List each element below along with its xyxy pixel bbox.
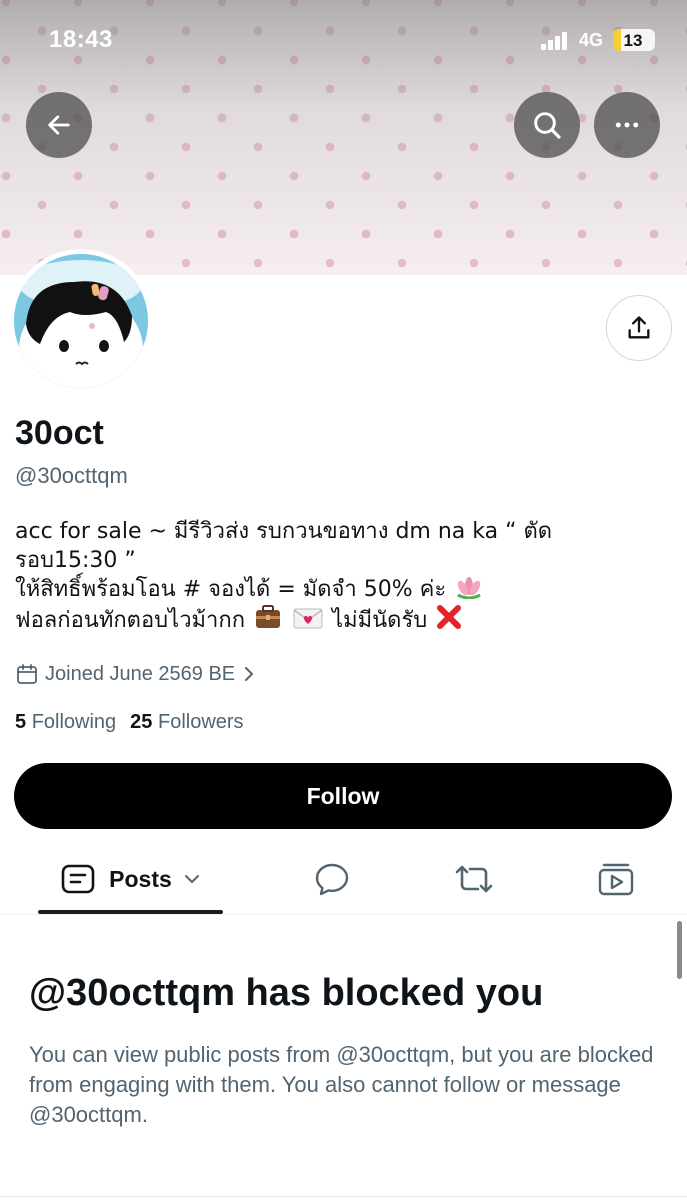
display-name: 30oct <box>15 414 104 452</box>
following-label: Following <box>31 711 117 733</box>
bio-line-text: ฟอลก่อนทักตอบไวม้ากก <box>15 608 246 633</box>
chevron-down-icon <box>184 875 199 883</box>
bio-line-text: ไม่มีนัดรับ <box>332 608 428 633</box>
tabs-divider <box>0 914 687 915</box>
posts-tab-label: Posts <box>109 865 172 892</box>
posts-tab[interactable]: Posts <box>38 845 223 913</box>
love-letter-icon <box>293 608 323 629</box>
follow-stats: 5 Following 25 Followers <box>15 711 244 734</box>
search-button[interactable] <box>514 92 580 158</box>
share-button[interactable] <box>606 295 672 361</box>
follow-button[interactable]: Follow <box>14 763 672 829</box>
chevron-right-icon <box>245 667 254 681</box>
following-count: 5 <box>15 711 27 733</box>
bio-line-text: ให้สิทธิ์พร้อมโอน # จองได้ = มัดจำ 50% ค… <box>15 577 447 602</box>
battery-percent: 13 <box>623 31 643 50</box>
user-handle: @30octtqm <box>15 463 128 488</box>
media-icon <box>598 863 634 896</box>
network-type: 4G <box>579 30 604 50</box>
profile-tabs: Posts <box>0 845 687 915</box>
following-link[interactable]: 5 Following <box>15 711 116 733</box>
back-button[interactable] <box>26 92 92 158</box>
bio-line: acc for sale ~ มีรีวิวส่ง รบกวนขอทาง dm … <box>15 519 553 544</box>
followers-count: 25 <box>130 711 153 733</box>
blocked-message: You can view public posts from @30octtqm… <box>29 1042 654 1127</box>
status-bar: 18:43 4G 13 <box>0 0 687 82</box>
calendar-icon <box>17 664 37 684</box>
battery-icon: 13 <box>613 29 655 51</box>
lotus-icon <box>457 577 481 599</box>
more-horizontal-icon <box>615 122 639 128</box>
repost-icon <box>455 865 493 893</box>
status-time: 18:43 <box>49 26 113 53</box>
bio-line: ให้สิทธิ์พร้อมโอน # จองได้ = มัดจำ 50% ค… <box>15 575 615 604</box>
arrow-left-icon <box>48 115 70 135</box>
bio-line: ฟอลก่อนทักตอบไวม้ากก ไม่มีนัดรับ <box>15 604 615 635</box>
briefcase-icon <box>256 605 281 628</box>
followers-link[interactable]: 25 Followers <box>130 711 243 733</box>
bottom-divider <box>0 1196 687 1197</box>
bio-line: รอบ15:30 ” <box>15 548 136 573</box>
join-date[interactable]: Joined June 2569 BE <box>15 662 255 686</box>
cellular-signal-icon <box>541 32 573 50</box>
replies-tab[interactable] <box>300 845 364 913</box>
media-tab[interactable] <box>584 845 648 913</box>
scrollbar[interactable] <box>677 921 682 979</box>
reposts-tab[interactable] <box>442 845 506 913</box>
join-date-text: Joined June 2569 BE <box>45 662 236 685</box>
avatar-image <box>14 254 148 388</box>
posts-icon <box>61 864 95 894</box>
profile-avatar[interactable] <box>9 249 153 393</box>
more-options-button[interactable] <box>594 92 660 158</box>
reply-icon <box>315 863 349 896</box>
blocked-title: @30octtqm has blocked you <box>29 972 544 1014</box>
share-icon <box>628 316 650 339</box>
profile-bio: acc for sale ~ มีรีวิวส่ง รบกวนขอทาง dm … <box>15 517 615 635</box>
cross-mark-icon <box>437 605 462 629</box>
followers-label: Followers <box>157 711 244 733</box>
search-icon <box>534 112 561 139</box>
